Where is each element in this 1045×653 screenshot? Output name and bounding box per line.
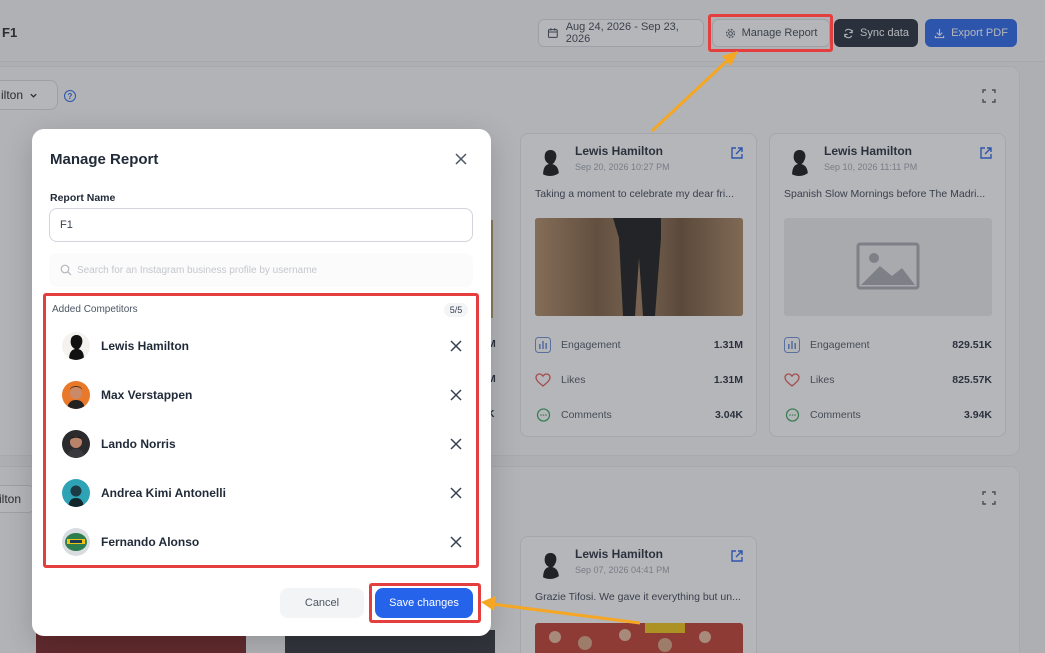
report-name-input[interactable] — [49, 208, 473, 242]
competitor-name: Andrea Kimi Antonelli — [101, 486, 226, 500]
competitor-item: Max Verstappen — [62, 379, 462, 411]
manage-report-modal: Manage Report Report Name Added Competit… — [32, 129, 491, 636]
avatar — [62, 528, 90, 556]
avatar — [62, 430, 90, 458]
competitor-name: Max Verstappen — [101, 388, 193, 402]
added-competitors-label: Added Competitors — [52, 304, 138, 315]
avatar — [62, 381, 90, 409]
competitors-count-badge: 5/5 — [444, 303, 468, 317]
save-changes-button[interactable]: Save changes — [375, 588, 473, 618]
cancel-button[interactable]: Cancel — [280, 588, 364, 618]
remove-competitor-icon[interactable] — [450, 340, 462, 352]
competitor-search-input[interactable] — [77, 253, 467, 287]
avatar — [62, 479, 90, 507]
modal-title: Manage Report — [50, 151, 159, 168]
report-name-label: Report Name — [50, 192, 116, 204]
competitor-search[interactable] — [49, 253, 473, 287]
competitor-item: Fernando Alonso — [62, 526, 462, 558]
competitor-name: Lewis Hamilton — [101, 339, 190, 353]
competitor-name: Fernando Alonso — [101, 535, 200, 549]
remove-competitor-icon[interactable] — [450, 487, 462, 499]
remove-competitor-icon[interactable] — [450, 536, 462, 548]
avatar — [62, 332, 90, 360]
competitor-item: Lewis Hamilton — [62, 330, 462, 362]
close-icon[interactable] — [454, 152, 468, 166]
competitor-item: Andrea Kimi Antonelli — [62, 477, 462, 509]
remove-competitor-icon[interactable] — [450, 438, 462, 450]
remove-competitor-icon[interactable] — [450, 389, 462, 401]
added-competitors-section: Added Competitors 5/5 Lewis Hamilton Max… — [43, 293, 479, 568]
competitor-name: Lando Norris — [101, 437, 176, 451]
search-icon — [60, 264, 72, 276]
competitor-item: Lando Norris — [62, 428, 462, 460]
annotation-highlight-box — [708, 14, 833, 52]
